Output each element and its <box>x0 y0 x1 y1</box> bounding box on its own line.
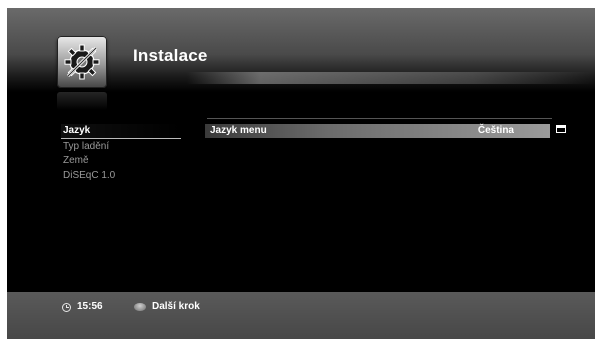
clock-icon <box>62 303 71 312</box>
sidebar-item-zeme[interactable]: Země <box>61 154 181 168</box>
footer-bar <box>7 292 595 339</box>
color-key-button-icon <box>134 303 146 311</box>
dropdown-icon[interactable] <box>556 125 566 133</box>
sidebar-item-jazyk[interactable]: Jazyk <box>61 124 181 139</box>
sidebar-item-typ-ladeni[interactable]: Typ ladění <box>61 140 181 154</box>
sidebar-item-diseqc[interactable]: DiSEqC 1.0 <box>61 169 181 183</box>
sidebar-menu: Jazyk Typ ladění Země DiSEqC 1.0 <box>61 124 181 183</box>
header-divider <box>187 72 595 84</box>
icon-reflection <box>57 92 107 110</box>
header-bar: Instalace <box>7 8 595 92</box>
settings-tools-icon <box>57 36 107 88</box>
setting-row-jazyk-menu[interactable]: Jazyk menu Čeština <box>205 124 550 138</box>
clock-time: 15:56 <box>77 301 103 312</box>
content-top-divider <box>207 118 552 119</box>
setting-label: Jazyk menu <box>210 125 267 136</box>
setting-value: Čeština <box>477 125 514 136</box>
page-title: Instalace <box>133 46 208 65</box>
tv-screen: Instalace Jazyk Typ ladění Země DiSEqC 1… <box>7 8 595 339</box>
next-step-hint[interactable]: Další krok <box>152 301 200 313</box>
